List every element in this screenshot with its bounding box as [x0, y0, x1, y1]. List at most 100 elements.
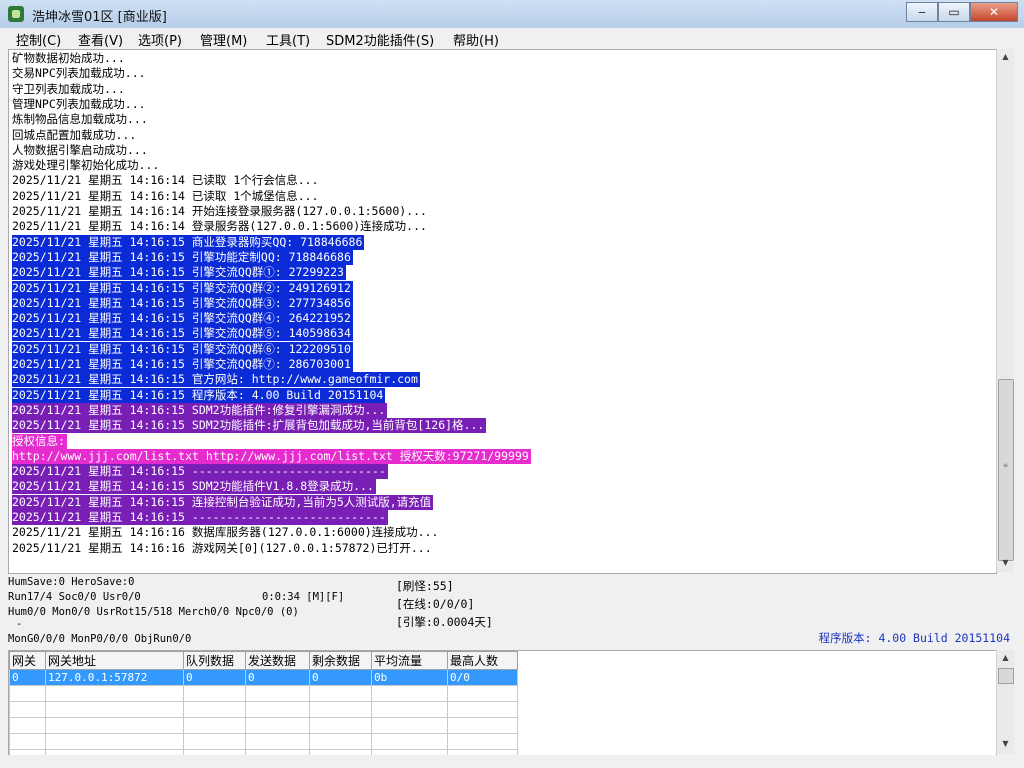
- log-line: 2025/11/21 星期五 14:16:15 SDM2功能插件V1.8.8登录…: [12, 479, 376, 495]
- empty-cell: [245, 685, 310, 702]
- empty-cell: [45, 685, 184, 702]
- maximize-button[interactable]: ▭: [938, 2, 970, 22]
- empty-cell: [9, 701, 46, 718]
- grid-scrollbar[interactable]: ▲ ▼: [996, 650, 1014, 754]
- empty-cell: [45, 717, 184, 734]
- log-line: 炼制物品信息加载成功...: [12, 112, 148, 127]
- window-title: 浩坤冰雪01区 [商业版]: [32, 10, 167, 25]
- log-line: 2025/11/21 星期五 14:16:16 数据库服务器(127.0.0.1…: [12, 525, 439, 540]
- log-line: 2025/11/21 星期五 14:16:15 引擎功能定制QQ: 718846…: [12, 249, 353, 265]
- log-line: 2025/11/21 星期五 14:16:15 引擎交流QQ群①: 272992…: [12, 265, 346, 281]
- minimize-button[interactable]: ‒: [906, 2, 938, 22]
- log-line: 2025/11/21 星期五 14:16:15 连接控制台验证成功,当前为5人测…: [12, 494, 434, 510]
- grip-icon: ≡: [1003, 462, 1009, 469]
- menu-options[interactable]: 选项(P): [138, 30, 182, 49]
- empty-cell: [371, 701, 448, 718]
- menu-manage[interactable]: 管理(M): [200, 30, 247, 49]
- empty-cell: [447, 717, 518, 734]
- status-version: 程序版本: 4.00 Build 20151104: [818, 631, 1010, 645]
- table-cell: 0/0: [447, 669, 518, 686]
- table-cell: 127.0.0.1:57872: [45, 669, 184, 686]
- status-refresh: [刷怪:55]: [396, 579, 454, 593]
- empty-cell: [245, 701, 310, 718]
- log-line: 矿物数据初始成功...: [12, 51, 125, 65]
- status-online: [在线:0/0/0]: [396, 597, 475, 611]
- scroll-thumb[interactable]: ≡: [998, 379, 1014, 561]
- status-uptime: 0:0:34 [M][F]: [262, 591, 345, 603]
- log-line: 回城点配置加载成功...: [12, 127, 137, 142]
- empty-row: [9, 685, 518, 702]
- title-bar: 浩坤冰雪01区 [商业版] ‒ ▭ ✕: [0, 0, 1024, 29]
- log-line: 管理NPC列表加载成功...: [12, 96, 146, 111]
- empty-cell: [45, 701, 184, 718]
- bottom-border: [0, 755, 1024, 768]
- empty-cell: [309, 717, 372, 734]
- empty-cell: [371, 733, 448, 750]
- status-save: HumSave:0 HeroSave:0: [8, 576, 135, 588]
- log-line: 2025/11/21 星期五 14:16:15 引擎交流QQ群②: 249126…: [12, 280, 353, 296]
- log-line: 授权信息:: [12, 433, 67, 449]
- scroll-up-icon[interactable]: ▲: [997, 49, 1014, 65]
- column-header[interactable]: 剩余数据: [309, 651, 372, 670]
- empty-cell: [371, 717, 448, 734]
- log-scrollbar[interactable]: ▲ ≡ ▼: [996, 49, 1014, 572]
- column-header[interactable]: 队列数据: [183, 651, 246, 670]
- log-line: 2025/11/21 星期五 14:16:15 引擎交流QQ群③: 277734…: [12, 295, 353, 311]
- log-line: 2025/11/21 星期五 14:16:15 引擎交流QQ群④: 264221…: [12, 311, 353, 327]
- log-output[interactable]: 矿物数据初始成功... 交易NPC列表加载成功... 守卫列表加载成功... 管理NP…: [8, 49, 997, 574]
- log-line: 2025/11/21 星期五 14:16:15 程序版本: 4.00 Build…: [12, 387, 386, 403]
- column-header[interactable]: 网关地址: [45, 651, 184, 670]
- log-line: 2025/11/21 星期五 14:16:15 SDM2功能插件:扩展背包加载成…: [12, 418, 487, 434]
- menu-help[interactable]: 帮助(H): [453, 30, 499, 49]
- table-cell: 0: [245, 669, 310, 686]
- empty-cell: [447, 685, 518, 702]
- empty-cell: [245, 717, 310, 734]
- scroll-down-icon[interactable]: ▼: [997, 555, 1014, 571]
- column-header[interactable]: 平均流量: [371, 651, 448, 670]
- gateway-grid[interactable]: 网关 网关地址 队列数据 发送数据 剩余数据 平均流量 最高人数 0 127.0.0.1:57…: [8, 650, 997, 756]
- column-header[interactable]: 网关: [9, 651, 46, 670]
- log-line: 2025/11/21 星期五 14:16:15 官方网站: http://www…: [12, 372, 420, 388]
- log-line: 2025/11/21 星期五 14:16:14 开始连接登录服务器(127.0.…: [12, 204, 427, 218]
- empty-cell: [9, 685, 46, 702]
- column-header[interactable]: 最高人数: [447, 651, 518, 670]
- empty-cell: [309, 733, 372, 750]
- menu-tools[interactable]: 工具(T): [266, 30, 310, 49]
- menu-sdm2-plugin[interactable]: SDM2功能插件(S): [326, 30, 434, 49]
- log-line: http://www.jjj.com/list.txt http://www.j…: [12, 448, 531, 464]
- menu-view[interactable]: 查看(V): [78, 30, 123, 49]
- status-engine: [引擎:0.0004天]: [396, 615, 493, 629]
- table-cell: 0b: [371, 669, 448, 686]
- empty-cell: [245, 733, 310, 750]
- empty-cell: [309, 685, 372, 702]
- empty-cell: [183, 701, 246, 718]
- status-objects: Hum0/0 Mon0/0 UsrRot15/518 Merch0/0 Npc0…: [8, 606, 299, 618]
- empty-cell: [447, 733, 518, 750]
- empty-cell: [9, 733, 46, 750]
- column-header[interactable]: 发送数据: [245, 651, 310, 670]
- scroll-down-icon[interactable]: ▼: [997, 736, 1014, 752]
- status-monsters: MonG0/0/0 MonP0/0/0 ObjRun0/0: [8, 633, 192, 645]
- log-line: 2025/11/21 星期五 14:16:14 已读取 1个行会信息...: [12, 173, 319, 188]
- log-line: 2025/11/21 星期五 14:16:15 引擎交流QQ群⑦: 286703…: [12, 357, 353, 372]
- status-dash: -: [16, 618, 23, 630]
- log-line: 2025/11/21 星期五 14:16:15 引擎交流QQ群⑤: 140598…: [12, 326, 353, 342]
- scroll-thumb[interactable]: [998, 668, 1014, 684]
- window-controls: ‒ ▭ ✕: [906, 2, 1018, 22]
- app-icon: [8, 6, 24, 22]
- log-line: 2025/11/21 星期五 14:16:15 ----------------…: [12, 464, 388, 480]
- close-button[interactable]: ✕: [970, 2, 1018, 22]
- log-line: 交易NPC列表加载成功...: [12, 66, 146, 81]
- table-row[interactable]: 0 127.0.0.1:57872 0 0 0 0b 0/0: [9, 669, 518, 686]
- log-line: 2025/11/21 星期五 14:16:14 已读取 1个城堡信息...: [12, 188, 319, 203]
- empty-cell: [447, 701, 518, 718]
- empty-cell: [183, 685, 246, 702]
- scroll-up-icon[interactable]: ▲: [997, 650, 1014, 666]
- empty-cell: [45, 733, 184, 750]
- empty-row: [9, 717, 518, 734]
- menu-control[interactable]: 控制(C): [16, 30, 61, 49]
- table-cell: 0: [9, 669, 46, 686]
- log-line: 2025/11/21 星期五 14:16:15 SDM2功能插件:修复引擎漏洞成…: [12, 402, 388, 418]
- log-line: 2025/11/21 星期五 14:16:14 登录服务器(127.0.0.1:…: [12, 219, 427, 234]
- table-cell: 0: [183, 669, 246, 686]
